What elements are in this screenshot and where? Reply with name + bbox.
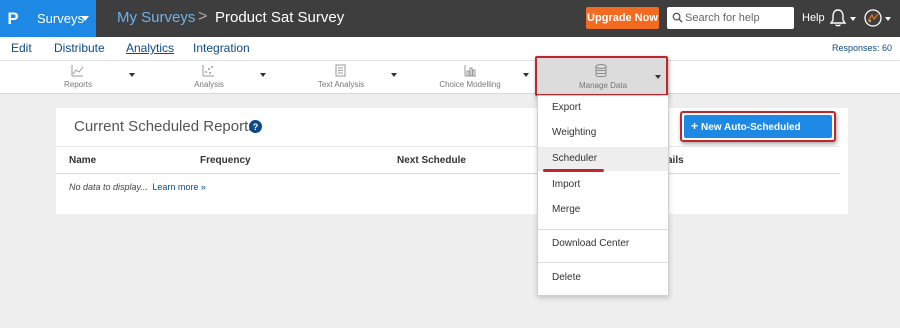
chevron-down-icon bbox=[885, 17, 891, 21]
search-box[interactable] bbox=[667, 7, 794, 29]
toolbar-choice-modelling[interactable]: Choice Modelling bbox=[437, 61, 503, 94]
nav-analytics[interactable]: Analytics bbox=[126, 41, 174, 55]
empty-message: No data to display... bbox=[69, 182, 148, 192]
nav-edit[interactable]: Edit bbox=[11, 41, 32, 55]
empty-state: No data to display... Learn more » bbox=[69, 182, 206, 192]
column-header-details[interactable]: ails bbox=[667, 155, 684, 166]
search-input[interactable] bbox=[685, 8, 790, 28]
chevron-down-icon bbox=[850, 17, 856, 21]
column-header-next-schedule[interactable]: Next Schedule bbox=[397, 155, 466, 166]
menu-item-scheduler[interactable]: Scheduler bbox=[538, 147, 668, 171]
toolbar-label: Analysis bbox=[194, 80, 224, 89]
nav-integration[interactable]: Integration bbox=[193, 41, 250, 55]
help-icon[interactable]: ? bbox=[249, 120, 262, 133]
table-header: Name Frequency Next Schedule ails bbox=[56, 146, 840, 174]
plus-icon: + bbox=[691, 119, 699, 133]
top-bar: P Surveys My Surveys > Product Sat Surve… bbox=[0, 0, 900, 37]
scheduler-highlight-underline bbox=[543, 169, 604, 172]
analytics-toolbar: Reports Analysis Text Analysis Choice Mo… bbox=[0, 61, 900, 94]
toolbar-label: Manage Data bbox=[578, 81, 628, 90]
manage-data-menu: Export Weighting Scheduler Import Merge … bbox=[537, 95, 669, 296]
menu-divider bbox=[538, 229, 668, 230]
new-auto-scheduled-report-button[interactable]: + New Auto-Scheduled Report bbox=[680, 111, 836, 156]
avatar[interactable] bbox=[864, 9, 882, 27]
toolbar-label: Text Analysis bbox=[317, 80, 365, 89]
scheduled-reports-panel: Current Scheduled Reports ? + New Auto-Sc… bbox=[56, 108, 848, 214]
search-icon bbox=[672, 12, 683, 23]
surveys-dropdown-label: Surveys bbox=[37, 11, 84, 26]
column-header-name[interactable]: Name bbox=[69, 155, 96, 166]
svg-text:?: ? bbox=[253, 122, 259, 132]
chevron-down-icon bbox=[81, 16, 89, 21]
toolbar-label: Choice Modelling bbox=[439, 80, 501, 89]
toolbar-text-analysis[interactable]: Text Analysis bbox=[314, 61, 368, 94]
toolbar-label: Reports bbox=[63, 80, 92, 89]
chevron-down-icon[interactable] bbox=[129, 73, 135, 77]
chevron-down-icon bbox=[655, 75, 661, 79]
responses-count: Responses: 60 bbox=[831, 43, 892, 53]
chevron-down-icon[interactable] bbox=[523, 73, 529, 77]
page-title: Product Sat Survey bbox=[215, 9, 345, 26]
toolbar-analysis[interactable]: Analysis bbox=[185, 61, 233, 94]
menu-item-export[interactable]: Export bbox=[538, 96, 668, 120]
menu-item-weighting[interactable]: Weighting bbox=[538, 121, 668, 145]
panel-title: Current Scheduled Reports bbox=[74, 118, 256, 135]
menu-item-merge[interactable]: Merge bbox=[538, 198, 668, 222]
database-icon bbox=[595, 64, 607, 78]
breadcrumb-separator: > bbox=[198, 8, 208, 25]
menu-item-delete[interactable]: Delete bbox=[538, 266, 668, 290]
upgrade-now-button[interactable]: Upgrade Now bbox=[586, 7, 659, 29]
surveys-dropdown[interactable]: Surveys bbox=[26, 0, 96, 37]
menu-item-import[interactable]: Import bbox=[538, 173, 668, 197]
nav-distribute[interactable]: Distribute bbox=[54, 41, 105, 55]
toolbar-reports[interactable]: Reports bbox=[55, 61, 101, 94]
app-logo[interactable]: P bbox=[0, 0, 26, 37]
column-header-frequency[interactable]: Frequency bbox=[200, 155, 251, 166]
chevron-down-icon[interactable] bbox=[260, 73, 266, 77]
bar-chart-icon bbox=[464, 65, 476, 77]
learn-more-link[interactable]: Learn more » bbox=[152, 182, 206, 192]
bell-icon[interactable] bbox=[828, 8, 848, 28]
help-link[interactable]: Help bbox=[802, 12, 825, 24]
main-nav: Edit Distribute Analytics Integration Re… bbox=[0, 37, 900, 61]
scatter-icon bbox=[202, 65, 214, 77]
chevron-down-icon[interactable] bbox=[391, 73, 397, 77]
toolbar-manage-data[interactable]: Manage Data bbox=[535, 56, 668, 96]
document-icon bbox=[335, 64, 346, 77]
line-chart-icon bbox=[71, 65, 84, 77]
menu-divider bbox=[538, 262, 668, 263]
menu-item-download-center[interactable]: Download Center bbox=[538, 232, 668, 256]
breadcrumb-my-surveys[interactable]: My Surveys bbox=[117, 9, 195, 26]
